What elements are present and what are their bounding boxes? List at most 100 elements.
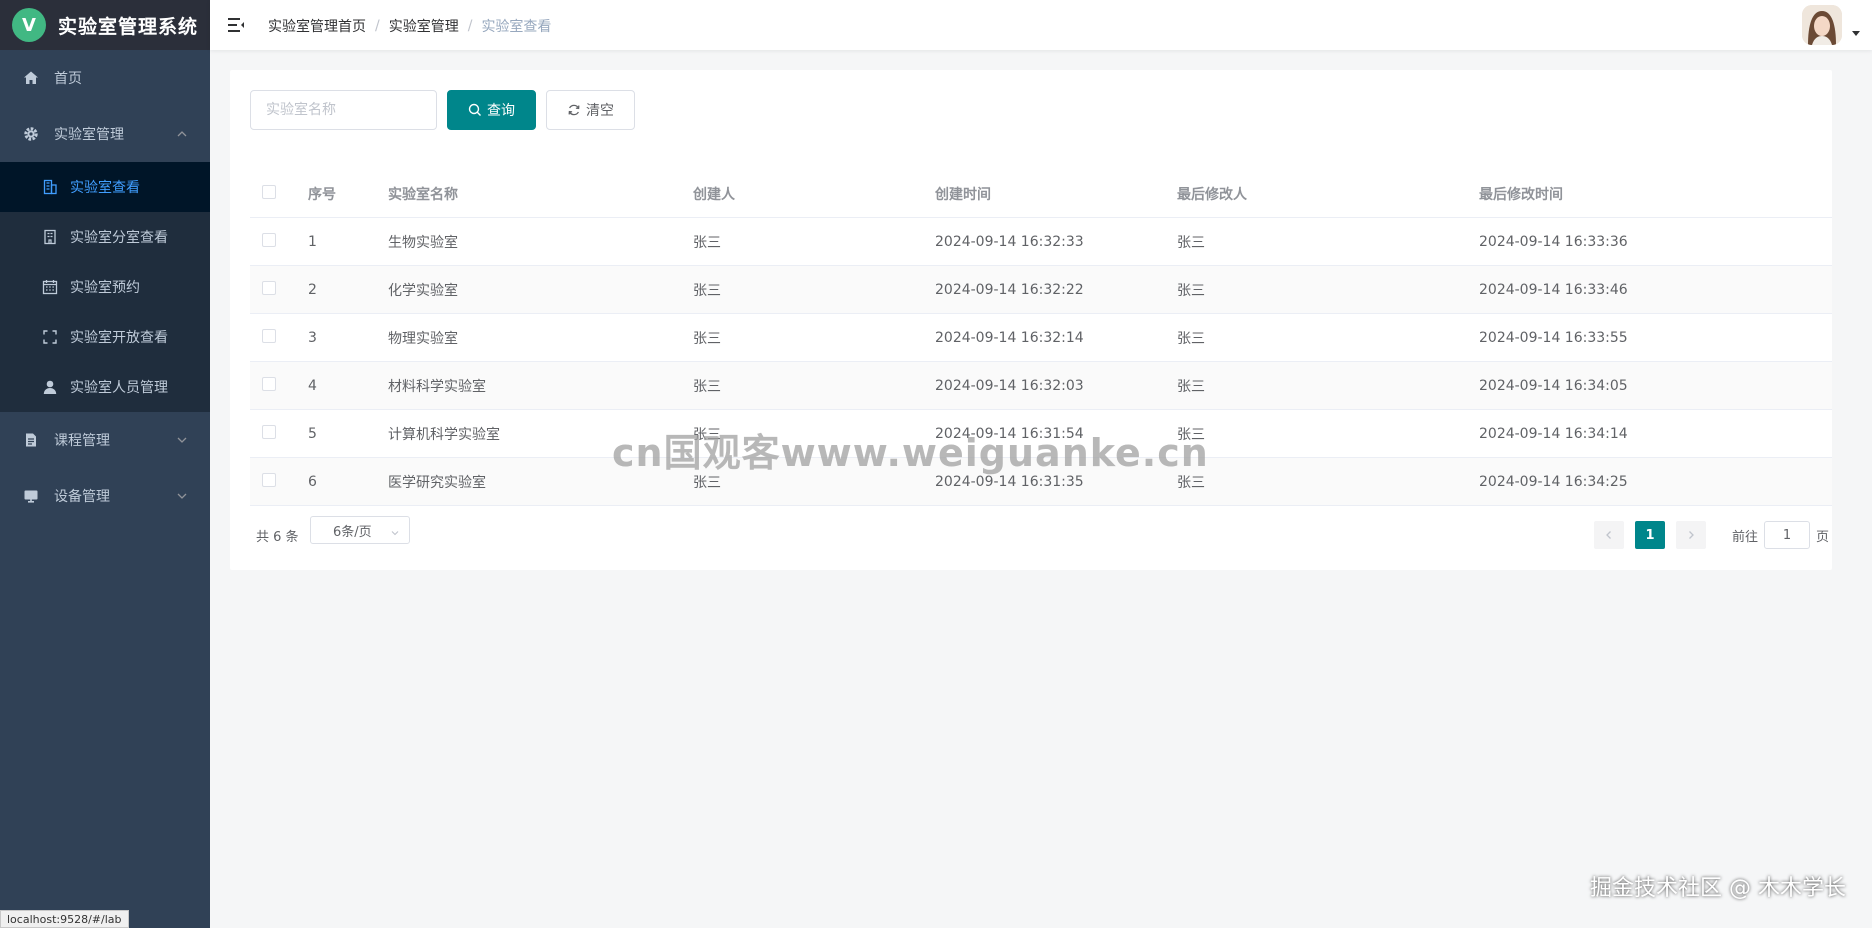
cell-modifier: 张三 [1177, 378, 1205, 395]
table-row[interactable]: 3 物理实验室 张三 2024-09-14 16:32:14 张三 2024-0… [250, 314, 1832, 362]
navbar: 实验室管理首页 / 实验室管理 / 实验室查看 [210, 0, 1872, 50]
sidebar: V 实验室管理系统 首页 实验室管理 实验室查看 实验室分室查看 实验室预约 实… [0, 0, 210, 928]
sidebar-item-label: 实验室管理 [54, 127, 124, 143]
lab-name-search-input[interactable] [250, 90, 437, 130]
table-header-row: 序号 实验室名称 创建人 创建时间 最后修改人 最后修改时间 [250, 170, 1832, 218]
chevron-down-icon [391, 526, 399, 536]
hamburger-icon[interactable] [226, 15, 246, 35]
cell-created-time: 2024-09-14 16:32:33 [935, 233, 1084, 250]
lab-management-submenu: 实验室查看 实验室分室查看 实验室预约 实验室开放查看 实验室人员管理 [0, 162, 210, 412]
sidebar-item-label: 实验室分室查看 [70, 230, 168, 246]
sidebar-item-device-management[interactable]: 设备管理 [0, 468, 210, 524]
cell-modifier: 张三 [1177, 282, 1205, 299]
cell-created-time: 2024-09-14 16:32:14 [935, 329, 1084, 346]
cell-creator: 张三 [693, 282, 721, 299]
pagination-total: 共 6 条 [256, 530, 299, 545]
sidebar-item-lab-reservation[interactable]: 实验室预约 [0, 262, 210, 312]
row-select-cell [250, 424, 308, 443]
sidebar-item-label: 实验室人员管理 [70, 380, 168, 396]
avatar[interactable] [1802, 5, 1842, 45]
sidebar-item-lab-open-view[interactable]: 实验室开放查看 [0, 312, 210, 362]
sidebar-item-home[interactable]: 首页 [0, 50, 210, 106]
clear-button-label: 清空 [586, 103, 614, 119]
page-size-select[interactable]: 6条/页 [310, 516, 410, 544]
column-header-lab-name: 实验室名称 [388, 186, 458, 203]
table-row[interactable]: 1 生物实验室 张三 2024-09-14 16:32:33 张三 2024-0… [250, 218, 1832, 266]
cell-index: 6 [308, 473, 317, 490]
breadcrumb-item-current: 实验室查看 [481, 19, 552, 35]
logo[interactable]: V 实验室管理系统 [0, 0, 210, 50]
clear-button[interactable]: 清空 [546, 90, 635, 130]
sidebar-item-label: 课程管理 [54, 433, 110, 449]
building-icon [42, 179, 58, 195]
cell-modifier: 张三 [1177, 474, 1205, 491]
sidebar-item-label: 首页 [54, 71, 82, 87]
goto-page-input[interactable] [1764, 521, 1810, 549]
row-select-cell [250, 232, 308, 251]
cell-modifier: 张三 [1177, 330, 1205, 347]
page-size-value: 6条/页 [333, 524, 372, 540]
row-checkbox[interactable] [262, 424, 276, 439]
sidebar-item-lab-management[interactable]: 实验室管理 [0, 106, 210, 162]
next-page-button[interactable] [1676, 521, 1706, 549]
fullscreen-icon [42, 329, 58, 345]
row-checkbox[interactable] [262, 376, 276, 391]
breadcrumb-item-home[interactable]: 实验室管理首页 [268, 16, 366, 36]
search-icon [468, 103, 482, 117]
cell-modified-time: 2024-09-14 16:34:14 [1479, 425, 1628, 442]
cell-modifier: 张三 [1177, 234, 1205, 251]
chevron-down-icon [176, 490, 188, 502]
cell-created-time: 2024-09-14 16:32:03 [935, 377, 1084, 394]
column-header-creator: 创建人 [693, 186, 735, 203]
query-button[interactable]: 查询 [447, 90, 536, 130]
sidebar-item-lab-staff[interactable]: 实验室人员管理 [0, 362, 210, 412]
row-checkbox[interactable] [262, 328, 276, 343]
row-select-cell [250, 376, 308, 395]
cell-created-time: 2024-09-14 16:32:22 [935, 281, 1084, 298]
prev-page-button[interactable] [1594, 521, 1624, 549]
select-all-checkbox[interactable] [262, 184, 276, 199]
gear-icon [22, 125, 40, 143]
home-icon [22, 69, 40, 87]
sidebar-item-lab-view[interactable]: 实验室查看 [0, 162, 210, 212]
cell-creator: 张三 [693, 330, 721, 347]
cell-creator: 张三 [693, 378, 721, 395]
refresh-icon [567, 103, 581, 117]
cell-lab-name: 物理实验室 [388, 330, 458, 347]
cell-index: 1 [308, 233, 317, 250]
sidebar-item-course-management[interactable]: 课程管理 [0, 412, 210, 468]
breadcrumb-item-lab-management[interactable]: 实验室管理 [389, 16, 459, 36]
column-header-modified-time: 最后修改时间 [1479, 186, 1563, 203]
cell-lab-name: 生物实验室 [388, 234, 458, 251]
watermark: cn国观客www.weiguanke.cn [612, 431, 1209, 475]
cell-modified-time: 2024-09-14 16:34:25 [1479, 473, 1628, 490]
page-number-button[interactable]: 1 [1635, 521, 1665, 549]
header-select-all [250, 184, 308, 203]
chevron-left-icon [1606, 531, 1611, 539]
row-select-cell [250, 472, 308, 491]
main-card: 查询 清空 序号 实验室名称 创建人 创建时间 最后修改人 最后修改时间 1 生… [230, 70, 1832, 570]
query-button-label: 查询 [487, 103, 515, 119]
cell-creator: 张三 [693, 234, 721, 251]
breadcrumb-separator: / [375, 18, 380, 34]
table-row[interactable]: 2 化学实验室 张三 2024-09-14 16:32:22 张三 2024-0… [250, 266, 1832, 314]
row-checkbox[interactable] [262, 280, 276, 295]
cell-modified-time: 2024-09-14 16:33:46 [1479, 281, 1628, 298]
row-checkbox[interactable] [262, 232, 276, 247]
sidebar-item-label: 实验室预约 [70, 280, 140, 296]
chevron-down-icon [176, 434, 188, 446]
cell-modified-time: 2024-09-14 16:34:05 [1479, 377, 1628, 394]
caret-down-icon[interactable] [1852, 31, 1860, 36]
chevron-up-icon [176, 128, 188, 140]
user-icon [42, 379, 58, 395]
cell-index: 5 [308, 425, 317, 442]
cell-index: 3 [308, 329, 317, 346]
sidebar-item-lab-room-view[interactable]: 实验室分室查看 [0, 212, 210, 262]
row-checkbox[interactable] [262, 472, 276, 487]
status-bar-url: localhost:9528/#/lab [0, 910, 129, 928]
cell-index: 4 [308, 377, 317, 394]
table-row[interactable]: 4 材料科学实验室 张三 2024-09-14 16:32:03 张三 2024… [250, 362, 1832, 410]
cell-lab-name: 材料科学实验室 [388, 378, 486, 395]
calendar-icon [42, 279, 58, 295]
sidebar-item-label: 实验室查看 [70, 180, 140, 196]
